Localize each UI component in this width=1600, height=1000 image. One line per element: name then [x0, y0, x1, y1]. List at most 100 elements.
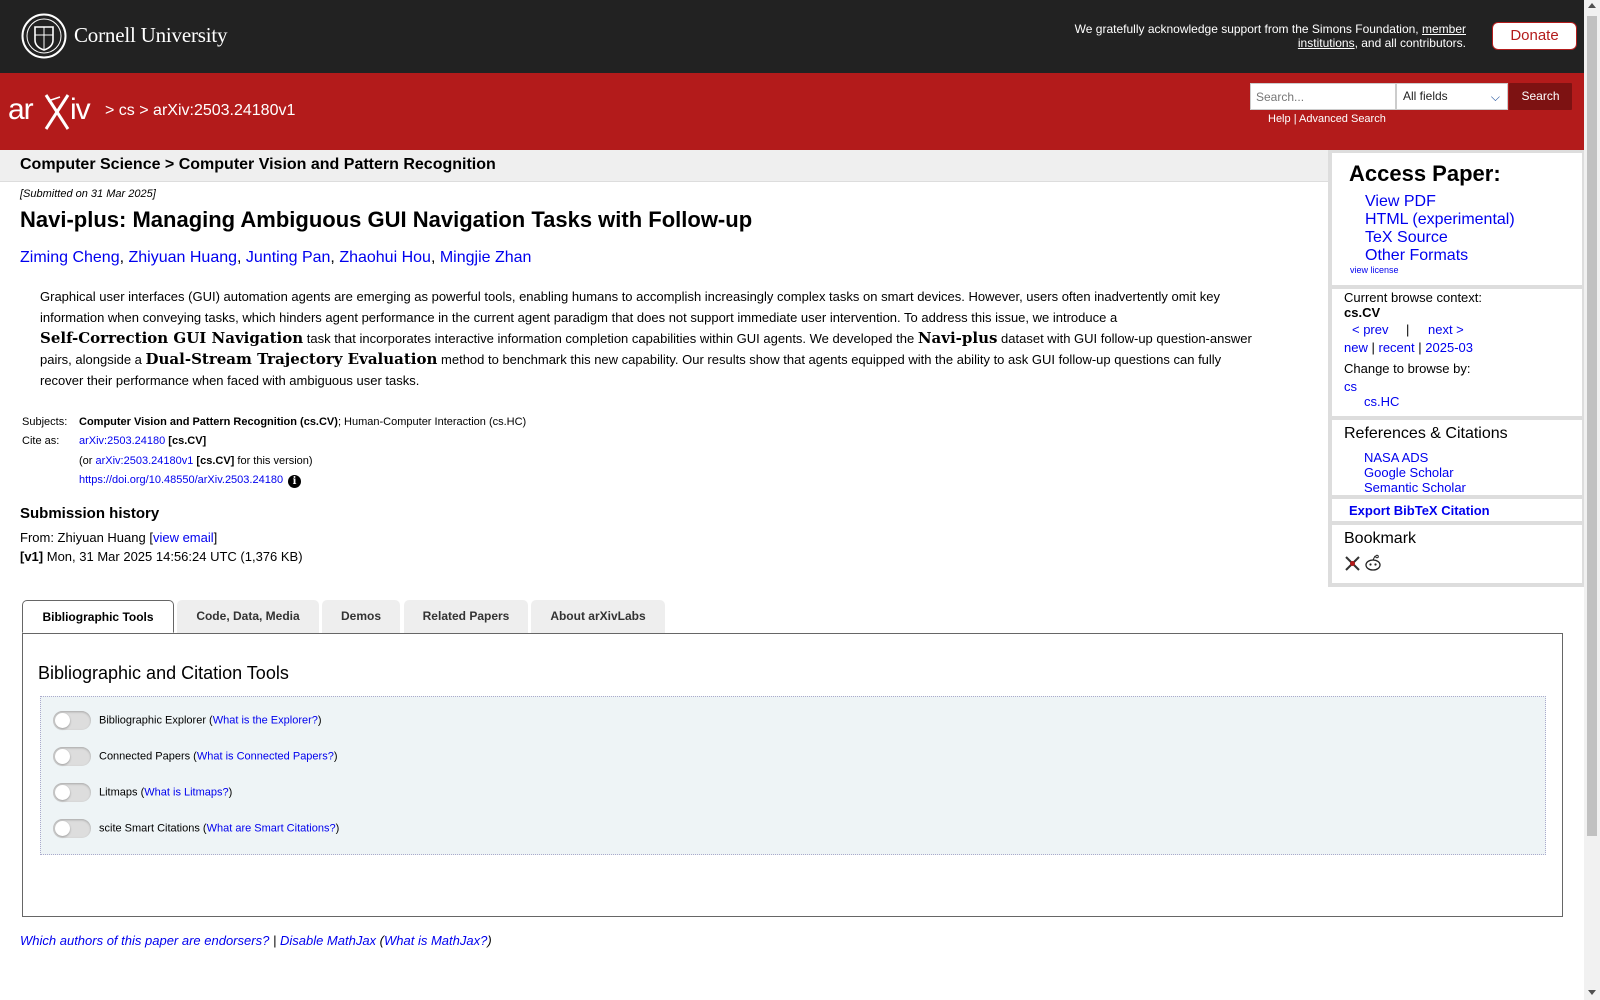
disable-mathjax-link[interactable]: Disable MathJax — [280, 933, 376, 948]
tab-demos[interactable]: Demos — [322, 600, 400, 633]
author-link[interactable]: Mingjie Zhan — [440, 249, 532, 266]
view-license-link[interactable]: view license — [1350, 265, 1399, 275]
prev-link[interactable]: < prev — [1352, 322, 1389, 337]
crumb-separator: > — [105, 102, 115, 119]
semantic-scholar-link[interactable]: Semantic Scholar — [1364, 480, 1466, 495]
browse-cs-link[interactable]: cs — [1344, 379, 1357, 394]
cite-version-value: (or arXiv:2503.24180v1 [cs.CV] for this … — [79, 455, 313, 467]
tex-source-link[interactable]: TeX Source — [1365, 229, 1448, 247]
scroll-up-arrow-icon[interactable] — [1588, 3, 1596, 8]
subjects-label: Subjects: — [22, 416, 68, 428]
svg-text:iv: iv — [70, 93, 91, 126]
tab-about-arxivlabs[interactable]: About arXivLabs — [531, 600, 665, 633]
breadcrumb: > cs > arXiv:2503.24180v1 — [105, 102, 295, 120]
tools-title: Bibliographic and Citation Tools — [38, 663, 289, 683]
submission-history-title: Submission history — [20, 505, 160, 522]
subject-header: Computer Science > Computer Vision and P… — [0, 150, 1328, 182]
abstract-math: Navi-plus — [917, 329, 998, 347]
info-icon[interactable]: i — [288, 475, 302, 488]
toggle-switch[interactable] — [53, 783, 91, 802]
export-bibtex-link[interactable]: Export BibTeX Citation — [1349, 503, 1490, 518]
cite-version-link[interactable]: arXiv:2503.24180v1 — [96, 455, 194, 467]
footer-separator: | — [272, 933, 277, 948]
browse-cshc-link[interactable]: cs.HC — [1364, 394, 1399, 409]
donate-button[interactable]: Donate — [1492, 22, 1577, 50]
help-link[interactable]: Help — [1268, 113, 1291, 125]
cite-version-category: [cs.CV] — [196, 455, 235, 467]
access-paper-title: Access Paper: — [1349, 161, 1501, 186]
toggle-knob — [55, 785, 70, 800]
tool-help-link[interactable]: What is Litmaps? — [144, 786, 228, 798]
author-link[interactable]: Junting Pan — [246, 249, 331, 266]
advanced-search-link[interactable]: Advanced Search — [1299, 113, 1386, 125]
references-title: References & Citations — [1344, 425, 1508, 442]
abstract-line: recover their performance when faced wit… — [40, 373, 420, 388]
support-prefix: We gratefully acknowledge support from t… — [1074, 22, 1419, 36]
doi-link[interactable]: https://doi.org/10.48550/arXiv.2503.2418… — [79, 474, 283, 486]
arxiv-logo-icon[interactable]: ar iv — [8, 91, 102, 131]
month-link[interactable]: 2025-03 — [1425, 340, 1473, 355]
scroll-down-arrow-icon[interactable] — [1588, 990, 1596, 995]
google-scholar-link[interactable]: Google Scholar — [1364, 465, 1454, 480]
author-link[interactable]: Ziming Cheng — [20, 249, 120, 266]
new-link[interactable]: new — [1344, 340, 1368, 355]
cite-label: Cite as: — [22, 435, 60, 447]
reddit-icon[interactable] — [1364, 554, 1382, 572]
recent-link[interactable]: recent — [1379, 340, 1415, 355]
toggle-knob — [55, 821, 70, 836]
crumb-paper-id: arXiv:2503.24180v1 — [153, 102, 296, 119]
crumb-separator: > — [139, 102, 149, 119]
scrollbar[interactable] — [1584, 0, 1600, 1000]
search-input[interactable] — [1250, 83, 1396, 110]
view-email-link[interactable]: view email — [153, 530, 214, 545]
toggle-switch[interactable] — [53, 747, 91, 766]
help-links: Help | Advanced Search — [1268, 113, 1386, 125]
from-close: ] — [213, 530, 218, 545]
cite-id-link[interactable]: arXiv:2503.24180 — [79, 435, 165, 447]
doi-value: https://doi.org/10.48550/arXiv.2503.2418… — [79, 474, 302, 488]
crumb-cs-link[interactable]: cs — [119, 102, 135, 119]
toggle-switch[interactable] — [53, 819, 91, 838]
secondary-subject: ; Human-Computer Interaction (cs.HC) — [337, 416, 527, 428]
what-is-mathjax-link[interactable]: What is MathJax? — [384, 933, 487, 948]
cornell-seal-icon[interactable] — [21, 13, 67, 59]
access-paper-box: Access Paper: View PDF HTML (experimenta… — [1332, 153, 1582, 285]
toggle-switch[interactable] — [53, 711, 91, 730]
browse-context-value: cs.CV — [1344, 305, 1381, 320]
toggle-knob — [55, 713, 70, 728]
endorsers-link[interactable]: Which authors of this paper are endorser… — [20, 933, 269, 948]
top-bar: Cornell University We gratefully acknowl… — [0, 0, 1584, 73]
references-box: References & Citations NASA ADS Google S… — [1332, 420, 1582, 495]
abstract: Graphical user interfaces (GUI) automati… — [40, 286, 1290, 391]
abstract-math: Self-Correction GUI Navigation — [40, 329, 304, 347]
view-pdf-link[interactable]: View PDF — [1365, 193, 1436, 211]
tool-help-link[interactable]: What is the Explorer? — [213, 714, 318, 726]
abstract-line: pairs, alongside a Dual-Stream Trajector… — [40, 349, 1290, 370]
next-link[interactable]: next > — [1428, 322, 1464, 337]
tool-help-link[interactable]: What is Connected Papers? — [197, 750, 334, 762]
author-link[interactable]: Zhaohui Hou — [339, 249, 431, 266]
search-field-select[interactable]: All fields ⌵ — [1396, 83, 1508, 110]
abstract-math: Dual-Stream Trajectory Evaluation — [145, 350, 438, 368]
tool-label: Litmaps — [99, 786, 138, 799]
bookmark-box: Bookmark — [1332, 525, 1582, 583]
other-formats-link[interactable]: Other Formats — [1365, 247, 1468, 265]
tool-help-link[interactable]: What are Smart Citations? — [207, 822, 336, 834]
tab-bibliographic-tools[interactable]: Bibliographic Tools — [22, 600, 174, 633]
cornell-university-name[interactable]: Cornell University — [74, 23, 227, 48]
tool-row: Connected Papers (What is Connected Pape… — [53, 747, 338, 766]
tab-code-data-media[interactable]: Code, Data, Media — [177, 600, 319, 633]
html-experimental-link[interactable]: HTML (experimental) — [1365, 211, 1515, 229]
arxiv-header: ar iv > cs > arXiv:2503.24180v1 All fiel… — [0, 73, 1584, 150]
tab-related-papers[interactable]: Related Papers — [404, 600, 528, 633]
bibsonomy-icon[interactable] — [1344, 555, 1361, 572]
browse-context-box: Current browse context: cs.CV < prev | n… — [1332, 289, 1582, 416]
from-text: From: Zhiyuan Huang [ — [20, 530, 153, 545]
search-field-value: All fields — [1403, 89, 1448, 103]
nasa-ads-link[interactable]: NASA ADS — [1364, 450, 1428, 465]
search-button[interactable]: Search — [1509, 83, 1572, 110]
footer-links: Which authors of this paper are endorser… — [20, 933, 492, 948]
author-link[interactable]: Zhiyuan Huang — [129, 249, 238, 266]
abstract-text: dataset with GUI follow-up question-answ… — [997, 331, 1252, 346]
scrollbar-thumb[interactable] — [1587, 16, 1597, 836]
